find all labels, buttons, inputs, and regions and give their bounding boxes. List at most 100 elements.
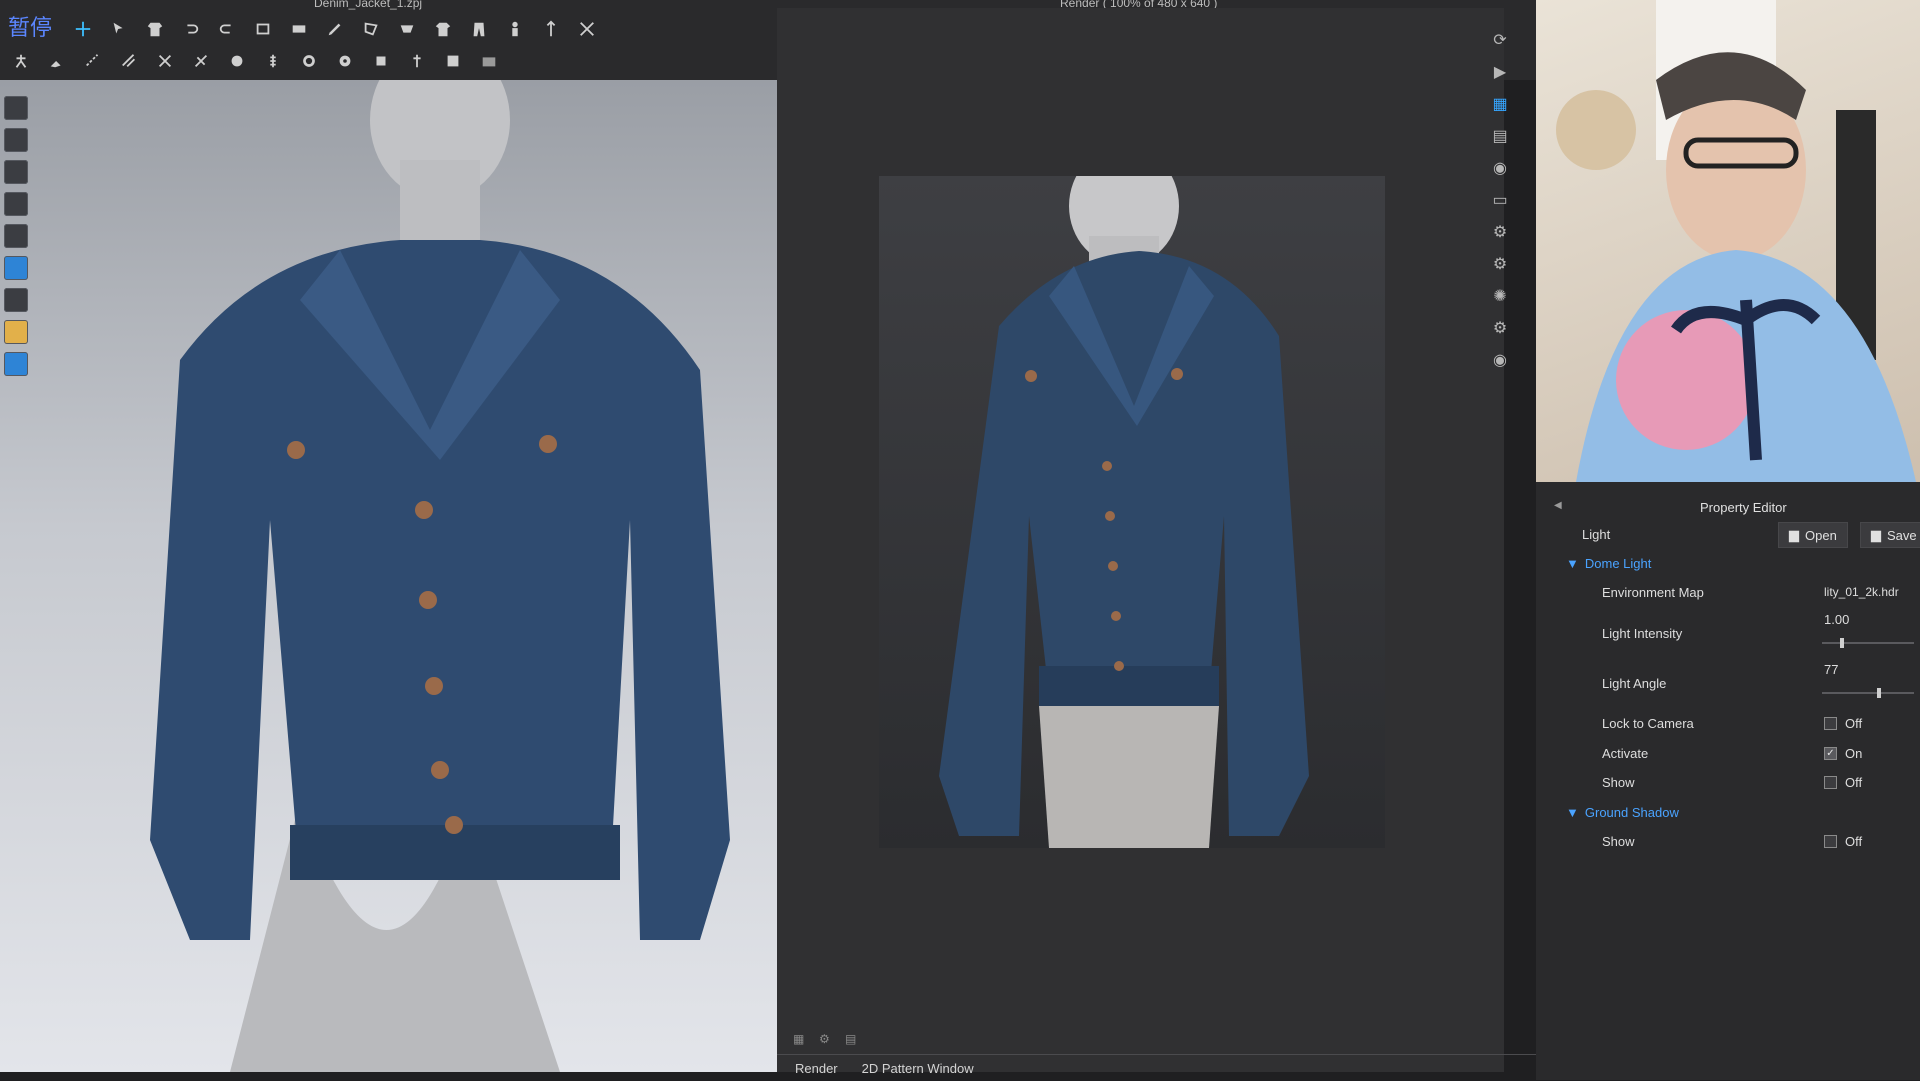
light-label: Light: [1582, 527, 1611, 542]
open-button-label: Open: [1805, 527, 1837, 543]
property-editor: ◀ Property Editor Light ▆ Open ▆ Save ▼ …: [1536, 482, 1920, 1080]
settings-icon[interactable]: ⚙: [819, 1032, 835, 1048]
left-tool-column: [4, 96, 28, 376]
cut-icon[interactable]: [574, 18, 600, 40]
show-value: Off: [1845, 775, 1863, 790]
arrange-icon[interactable]: [538, 18, 564, 40]
panel-icon[interactable]: [476, 50, 502, 72]
brush-icon[interactable]: [4, 192, 28, 216]
brush-icon[interactable]: [44, 50, 70, 72]
select-icon[interactable]: [106, 18, 132, 40]
collapse-icon[interactable]: ◀: [1554, 500, 1562, 511]
trim-icon[interactable]: [404, 50, 430, 72]
garment-icon[interactable]: [142, 18, 168, 40]
target-icon[interactable]: [332, 50, 358, 72]
move-icon[interactable]: [70, 18, 96, 40]
layers-icon[interactable]: ▤: [1488, 126, 1512, 146]
ground-shadow-show-checkbox[interactable]: Off: [1824, 834, 1862, 849]
checkbox[interactable]: [1824, 776, 1837, 789]
figure-icon[interactable]: [4, 224, 28, 248]
puck-icon[interactable]: [368, 50, 394, 72]
polygon-icon[interactable]: [358, 18, 384, 40]
redo2-icon[interactable]: [250, 18, 276, 40]
document-title: Denim_Jacket_1.zpj: [314, 0, 423, 10]
grid-icon[interactable]: ▤: [845, 1032, 861, 1048]
checkbox[interactable]: [1824, 717, 1837, 730]
stitch2-icon[interactable]: [116, 50, 142, 72]
redo-icon[interactable]: [214, 18, 240, 40]
play-icon[interactable]: ▶: [1488, 62, 1512, 82]
light-settings-icon[interactable]: ✺: [1488, 286, 1512, 306]
light-intensity-value[interactable]: 1.00: [1824, 612, 1849, 627]
show-label: Show: [1602, 775, 1635, 790]
render-icon[interactable]: ⟳: [1488, 30, 1512, 50]
button-icon[interactable]: [224, 50, 250, 72]
lock-to-camera-label: Lock to Camera: [1602, 716, 1694, 731]
activate-checkbox[interactable]: ✓ On: [1824, 746, 1862, 761]
activate-label: Activate: [1602, 746, 1649, 761]
camera-settings-icon[interactable]: ⚙: [1488, 318, 1512, 338]
ground-shadow-section[interactable]: ▼ Ground Shadow: [1566, 805, 1679, 820]
shirt-icon[interactable]: [430, 18, 456, 40]
pose-icon[interactable]: [8, 50, 34, 72]
camera-icon[interactable]: [4, 256, 28, 280]
activate-value: On: [1845, 746, 1863, 761]
shirt-icon[interactable]: [4, 128, 28, 152]
zipper-icon[interactable]: [260, 50, 286, 72]
environment-map-label: Environment Map: [1602, 585, 1704, 600]
render-preview[interactable]: [879, 176, 1385, 848]
checkbox[interactable]: [1824, 835, 1837, 848]
light-intensity-slider[interactable]: [1822, 638, 1914, 648]
hanger-icon[interactable]: [4, 160, 28, 184]
light-icon[interactable]: [4, 320, 28, 344]
pants-icon[interactable]: [466, 18, 492, 40]
rendered-jacket-image: [939, 176, 1309, 848]
lock-to-camera-value: Off: [1845, 716, 1863, 731]
save-button[interactable]: ▆ Save: [1860, 522, 1920, 548]
tack-icon[interactable]: [188, 50, 214, 72]
toolbar-row-2: [8, 46, 502, 76]
webcam-overlay: [1536, 0, 1920, 482]
camera-settings-icon[interactable]: ⚙: [1488, 222, 1512, 242]
light-angle-value[interactable]: 77: [1824, 662, 1838, 677]
fold-icon[interactable]: [394, 18, 420, 40]
avatar-icon[interactable]: [4, 96, 28, 120]
show-checkbox[interactable]: Off: [1824, 775, 1862, 790]
checkbox-checked[interactable]: ✓: [1824, 747, 1837, 760]
pencil-icon[interactable]: [322, 18, 348, 40]
lock-to-camera-checkbox[interactable]: Off: [1824, 716, 1862, 731]
chevron-down-icon: ▼: [1566, 805, 1579, 820]
undo-icon[interactable]: [178, 18, 204, 40]
globe-icon[interactable]: [4, 352, 28, 376]
slider-handle[interactable]: [1876, 688, 1881, 698]
light-angle-slider[interactable]: [1822, 688, 1914, 698]
3d-garment-viewport[interactable]: [0, 80, 777, 1072]
render-bottom-icons: ▦ ⚙ ▤: [793, 1032, 861, 1048]
avatar-with-denim-jacket: [150, 80, 730, 1072]
dome-light-section[interactable]: ▼ Dome Light: [1566, 556, 1651, 571]
property-editor-title: Property Editor: [1700, 500, 1787, 515]
streamer-webcam-image: [1556, 0, 1916, 482]
pattern-icon[interactable]: [286, 18, 312, 40]
render-tab-bar: Render 2D Pattern Window: [777, 1054, 1562, 1081]
tab-render[interactable]: Render: [795, 1061, 838, 1076]
steam-icon[interactable]: [4, 288, 28, 312]
grid-icon[interactable]: ▦: [1488, 94, 1512, 114]
video-icon[interactable]: ▭: [1488, 190, 1512, 210]
open-button[interactable]: ▆ Open: [1778, 522, 1848, 548]
camera-icon[interactable]: ◉: [1488, 158, 1512, 178]
stitch-icon[interactable]: [80, 50, 106, 72]
tab-2d-pattern-window[interactable]: 2D Pattern Window: [862, 1061, 974, 1076]
gear-icon[interactable]: [296, 50, 322, 72]
camera-icon[interactable]: ◉: [1488, 350, 1512, 370]
light-angle-label: Light Angle: [1602, 676, 1667, 691]
save-button-label: Save: [1887, 527, 1917, 543]
environment-map-value[interactable]: lity_01_2k.hdr: [1824, 585, 1899, 599]
avatar-icon[interactable]: [502, 18, 528, 40]
texture-icon[interactable]: [440, 50, 466, 72]
slider-handle[interactable]: [1839, 638, 1844, 648]
camera-settings-icon[interactable]: ⚙: [1488, 254, 1512, 274]
paused-indicator: 暂停: [8, 16, 53, 41]
scissor-icon[interactable]: [152, 50, 178, 72]
render-icon[interactable]: ▦: [793, 1032, 809, 1048]
